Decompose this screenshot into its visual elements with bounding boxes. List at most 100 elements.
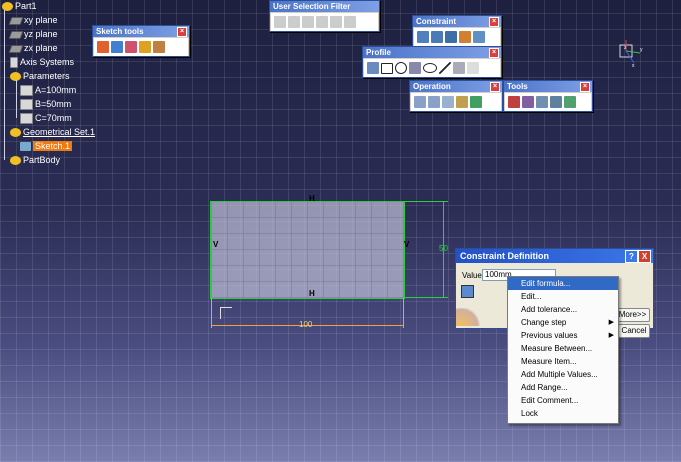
sketch-tools-toolbar: Sketch tools × [92, 25, 190, 57]
rectangle-icon[interactable] [381, 62, 393, 74]
menu-item-add-range[interactable]: Add Range... [508, 381, 618, 394]
tree-node-xy-plane[interactable]: xy plane [8, 14, 58, 26]
surface-filter-icon[interactable] [302, 16, 314, 28]
close-icon[interactable]: × [489, 48, 499, 58]
vertical-constraint-left[interactable]: V [213, 240, 218, 249]
menu-item-previous-values[interactable]: Previous values ▶ [508, 329, 618, 342]
close-button[interactable]: X [638, 250, 651, 263]
volume-filter-icon[interactable] [316, 16, 328, 28]
operation-toolbar: Operation × [409, 80, 503, 112]
auto-constraint-icon[interactable] [459, 31, 471, 43]
tree-node-yz-plane[interactable]: yz plane [8, 28, 58, 40]
point-filter-icon[interactable] [274, 16, 286, 28]
feature-filter-icon[interactable] [330, 16, 342, 28]
menu-item-add-tolerance[interactable]: Add tolerance... [508, 303, 618, 316]
constraint-icon[interactable] [431, 31, 443, 43]
tree-node-param-a[interactable]: A=100mm [20, 84, 76, 97]
submenu-arrow-icon: ▶ [608, 332, 614, 339]
profile-icon[interactable] [367, 62, 379, 74]
part-icon [2, 2, 13, 12]
menu-item-add-multiple-values[interactable]: Add Multiple Values... [508, 368, 618, 381]
spline-icon[interactable] [409, 62, 421, 74]
menu-item-edit-comment[interactable]: Edit Comment... [508, 394, 618, 407]
tree-node-part1[interactable]: Part1 [2, 0, 37, 12]
help-button[interactable]: ? [625, 250, 638, 263]
tree-node-param-b[interactable]: B=50mm [20, 98, 71, 111]
sketch-solving-status-icon[interactable] [522, 96, 534, 108]
construction-element-icon[interactable] [125, 41, 137, 53]
profile-feature-icon[interactable] [564, 96, 576, 108]
trim-icon[interactable] [442, 96, 454, 108]
menu-item-edit[interactable]: Edit... [508, 290, 618, 303]
cancel-button[interactable]: Cancel [618, 324, 650, 338]
constraint-dialog-icon[interactable] [417, 31, 429, 43]
horizontal-constraint-bottom[interactable]: H [309, 289, 315, 298]
compass-z-label: z [624, 45, 627, 51]
dialog-decoration [456, 308, 482, 326]
axis-icon[interactable] [453, 62, 465, 74]
snap-to-point-icon[interactable] [111, 41, 123, 53]
plane-icon [8, 44, 24, 53]
tools-toolbar: Tools × [503, 80, 593, 112]
tree-node-zx-plane[interactable]: zx plane [8, 42, 58, 54]
corner-icon[interactable] [414, 96, 426, 108]
plane-icon [8, 16, 24, 25]
sketch-analysis-icon[interactable] [536, 96, 548, 108]
dialog-title: Constraint Definition ? X [456, 249, 653, 263]
parameter-icon [20, 113, 33, 125]
tree-node-geometrical-set[interactable]: Geometrical Set.1 [10, 126, 95, 138]
plane-icon [8, 30, 24, 39]
compass-icon[interactable]: z y x [614, 37, 644, 67]
project-3d-elements-icon[interactable] [470, 96, 482, 108]
output-feature-icon[interactable] [550, 96, 562, 108]
tree-node-param-c[interactable]: C=70mm [20, 112, 72, 125]
chamfer-icon[interactable] [428, 96, 440, 108]
toolbar-title: Sketch tools × [93, 26, 189, 37]
circle-icon[interactable] [395, 62, 407, 74]
menu-item-change-step[interactable]: Change step ▶ [508, 316, 618, 329]
ellipse-icon[interactable] [423, 63, 437, 73]
mirror-icon[interactable] [456, 96, 468, 108]
sketch-rectangle[interactable] [210, 201, 405, 299]
curve-filter-icon[interactable] [288, 16, 300, 28]
tree-node-axis-systems[interactable]: Axis Systems [10, 56, 74, 69]
point-icon[interactable] [467, 62, 479, 74]
menu-item-lock[interactable]: Lock [508, 407, 618, 420]
toolbar-title: Profile × [363, 47, 501, 58]
line-icon[interactable] [439, 62, 451, 74]
parameter-icon [20, 99, 33, 111]
tree-node-parameters[interactable]: Parameters [10, 70, 70, 82]
tree-node-sketch1[interactable]: Sketch.1 [20, 140, 73, 152]
toolbar-title: Constraint × [413, 16, 501, 27]
animate-constraint-icon[interactable] [473, 31, 485, 43]
height-dimension[interactable]: 50 [439, 244, 448, 253]
compass-y-label: y [640, 47, 643, 53]
width-dimension[interactable]: 100 [299, 320, 312, 329]
menu-item-measure-item[interactable]: Measure Item... [508, 355, 618, 368]
horizontal-constraint-top[interactable]: H [309, 194, 315, 203]
geometrical-constraints-icon[interactable] [139, 41, 151, 53]
tree-node-partbody[interactable]: PartBody [10, 154, 60, 166]
vertical-constraint-right[interactable]: V [404, 240, 409, 249]
profile-toolbar: Profile × [362, 46, 502, 78]
partbody-icon [10, 156, 21, 166]
3d-grid-icon[interactable] [508, 96, 520, 108]
parameter-icon [20, 85, 33, 97]
grid-icon[interactable] [97, 41, 109, 53]
toolbar-title: Tools × [504, 81, 592, 92]
menu-item-measure-between[interactable]: Measure Between... [508, 342, 618, 355]
sketch-icon [20, 142, 31, 152]
close-icon[interactable]: × [489, 17, 499, 27]
menu-item-edit-formula[interactable]: Edit formula... [508, 277, 618, 290]
dimensional-constraints-icon[interactable] [153, 41, 165, 53]
fix-together-icon[interactable] [445, 31, 457, 43]
close-icon[interactable]: × [177, 27, 187, 37]
submenu-arrow-icon: ▶ [608, 319, 614, 326]
close-icon[interactable]: × [580, 82, 590, 92]
toolbar-title: User Selection Filter [270, 1, 379, 12]
user-selection-filter-toolbar: User Selection Filter [269, 0, 380, 32]
more-button[interactable]: More>> [615, 308, 650, 322]
close-icon[interactable]: × [490, 82, 500, 92]
toolbar-title: Operation × [410, 81, 502, 92]
geometry-filter-icon[interactable] [344, 16, 356, 28]
